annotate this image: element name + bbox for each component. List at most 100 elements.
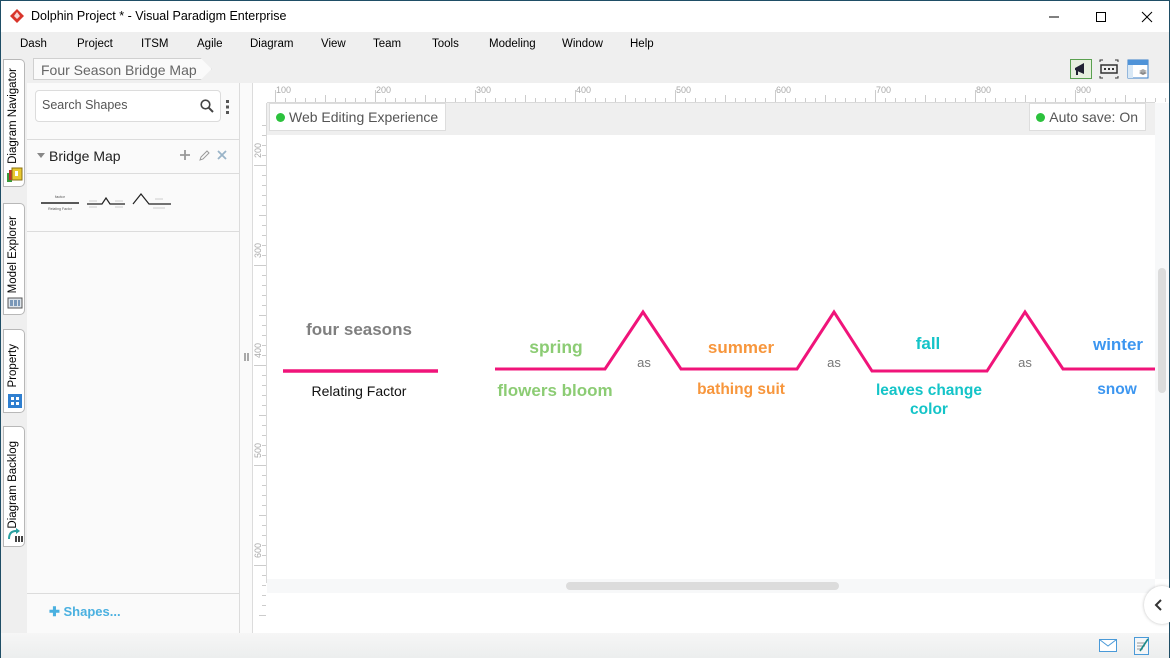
ruler-label: 700 bbox=[876, 85, 892, 95]
tab-diagram-backlog[interactable]: Diagram Backlog bbox=[3, 426, 25, 547]
menu-agile[interactable]: Agile bbox=[197, 38, 223, 50]
side-tab-strip: Diagram Navigator Model Explorer Propert… bbox=[1, 57, 27, 633]
ruler-tick bbox=[885, 98, 886, 102]
ruler-tick bbox=[1085, 98, 1086, 102]
add-shapes-link[interactable]: ✚ Shapes... bbox=[49, 604, 121, 620]
ruler-tick bbox=[262, 195, 266, 196]
pair-top-fall[interactable]: fall bbox=[916, 334, 941, 354]
ruler-tick bbox=[475, 90, 476, 102]
ruler-tick bbox=[262, 375, 266, 376]
pair-bottom-summer[interactable]: bathing suit bbox=[697, 381, 785, 399]
mail-icon[interactable] bbox=[1099, 639, 1117, 652]
menu-view[interactable]: View bbox=[321, 38, 346, 50]
fit-diagram-icon[interactable] bbox=[1098, 59, 1120, 79]
vertical-scroll-thumb[interactable] bbox=[1158, 268, 1166, 393]
ruler-tick bbox=[505, 98, 506, 102]
ruler-tick bbox=[625, 95, 626, 102]
thumb-text: factor bbox=[55, 194, 66, 199]
diagram-drawing[interactable]: four seasons Relating Factor spring flow… bbox=[267, 135, 1155, 579]
menu-window[interactable]: Window bbox=[562, 38, 603, 50]
ruler-tick bbox=[655, 98, 656, 102]
ruler-tick bbox=[262, 285, 266, 286]
bridge-line[interactable] bbox=[495, 309, 1155, 373]
ruler-tick bbox=[925, 95, 926, 102]
auto-save-badge[interactable]: Auto save: On bbox=[1029, 103, 1146, 131]
divider bbox=[27, 231, 239, 232]
close-button[interactable] bbox=[1124, 5, 1170, 29]
breadcrumb[interactable]: Four Season Bridge Map bbox=[33, 58, 212, 80]
megaphone-icon[interactable] bbox=[1070, 59, 1092, 79]
ruler-tick bbox=[262, 595, 266, 596]
ruler-tick bbox=[262, 425, 266, 426]
menu-dash[interactable]: Dash bbox=[20, 38, 47, 50]
pair-bottom-winter[interactable]: snow bbox=[1097, 381, 1137, 399]
ruler-tick bbox=[262, 445, 266, 446]
analogy-shape[interactable] bbox=[131, 188, 173, 218]
ruler-tick bbox=[259, 215, 266, 216]
maximize-button[interactable] bbox=[1078, 5, 1124, 29]
pair-bottom-fall[interactable]: leaves change color bbox=[864, 381, 994, 419]
ruler-tick bbox=[1115, 98, 1116, 102]
more-options-icon[interactable] bbox=[226, 100, 230, 114]
ruler-tick bbox=[895, 98, 896, 102]
ruler-tick bbox=[485, 98, 486, 102]
pair-top-spring[interactable]: spring bbox=[529, 337, 582, 358]
menu-diagram[interactable]: Diagram bbox=[250, 38, 293, 50]
relating-factor-shape[interactable]: factor Relating Factor bbox=[39, 188, 81, 218]
search-icon[interactable] bbox=[200, 99, 214, 113]
horizontal-scroll-thumb[interactable] bbox=[566, 582, 839, 590]
horizontal-ruler: 100 200 300 400 500 600 700 800 900 bbox=[267, 83, 1166, 103]
ruler-tick bbox=[745, 98, 746, 102]
ruler-tick bbox=[262, 355, 266, 356]
ruler-tick bbox=[665, 98, 666, 102]
notes-icon[interactable] bbox=[1134, 636, 1150, 655]
ruler-tick bbox=[375, 90, 376, 102]
tab-model-explorer[interactable]: Model Explorer bbox=[3, 203, 25, 315]
pair-bottom-spring[interactable]: flowers bloom bbox=[497, 381, 612, 401]
bridge-shape[interactable] bbox=[85, 188, 127, 218]
vertical-scrollbar[interactable] bbox=[1155, 103, 1169, 579]
ruler-tick bbox=[695, 98, 696, 102]
panel-splitter[interactable] bbox=[240, 83, 253, 633]
menu-itsm[interactable]: ITSM bbox=[141, 38, 168, 50]
ruler-tick bbox=[325, 95, 326, 102]
ruler-tick bbox=[1005, 98, 1006, 102]
menu-bar: Dash Project ITSM Agile Diagram View Tea… bbox=[1, 32, 1169, 57]
pair-top-summer[interactable]: summer bbox=[708, 338, 774, 358]
pair-top-winter[interactable]: winter bbox=[1093, 335, 1143, 355]
status-dot-icon bbox=[276, 113, 285, 122]
edit-pencil-icon[interactable] bbox=[198, 148, 210, 162]
ruler-tick bbox=[1045, 98, 1046, 102]
menu-tools[interactable]: Tools bbox=[432, 38, 459, 50]
tab-diagram-navigator[interactable]: Diagram Navigator bbox=[3, 59, 25, 187]
remove-icon[interactable] bbox=[216, 148, 228, 162]
ruler-label: 600 bbox=[776, 85, 792, 95]
ruler-tick bbox=[262, 505, 266, 506]
menu-team[interactable]: Team bbox=[373, 38, 401, 50]
ruler-tick bbox=[585, 98, 586, 102]
ruler-tick bbox=[262, 435, 266, 436]
ruler-tick bbox=[965, 98, 966, 102]
minimize-button[interactable] bbox=[1031, 5, 1077, 29]
layers-panel-icon[interactable] bbox=[1127, 59, 1149, 79]
search-shapes-input[interactable] bbox=[42, 98, 192, 112]
collapse-arrow-icon[interactable] bbox=[37, 153, 45, 158]
ruler-tick bbox=[1125, 95, 1126, 102]
menu-help[interactable]: Help bbox=[630, 38, 654, 50]
palette-group-bridge-map[interactable]: Bridge Map bbox=[27, 140, 239, 172]
web-editing-badge[interactable]: Web Editing Experience bbox=[269, 103, 447, 131]
add-icon[interactable] bbox=[179, 148, 191, 162]
menu-project[interactable]: Project bbox=[77, 38, 113, 50]
divider bbox=[27, 173, 239, 174]
plus-icon: ✚ bbox=[49, 604, 64, 619]
app-window: Dolphin Project * - Visual Paradigm Ente… bbox=[0, 0, 1170, 658]
ruler-tick bbox=[415, 98, 416, 102]
ruler-label: 400 bbox=[576, 85, 592, 95]
relating-factor-text[interactable]: four seasons bbox=[304, 319, 414, 340]
ruler-tick bbox=[262, 295, 266, 296]
tab-label: Diagram Backlog bbox=[7, 441, 19, 529]
horizontal-scrollbar[interactable] bbox=[267, 579, 1155, 593]
ruler-tick bbox=[262, 395, 266, 396]
menu-modeling[interactable]: Modeling bbox=[489, 38, 536, 50]
tab-property[interactable]: Property bbox=[3, 329, 25, 413]
